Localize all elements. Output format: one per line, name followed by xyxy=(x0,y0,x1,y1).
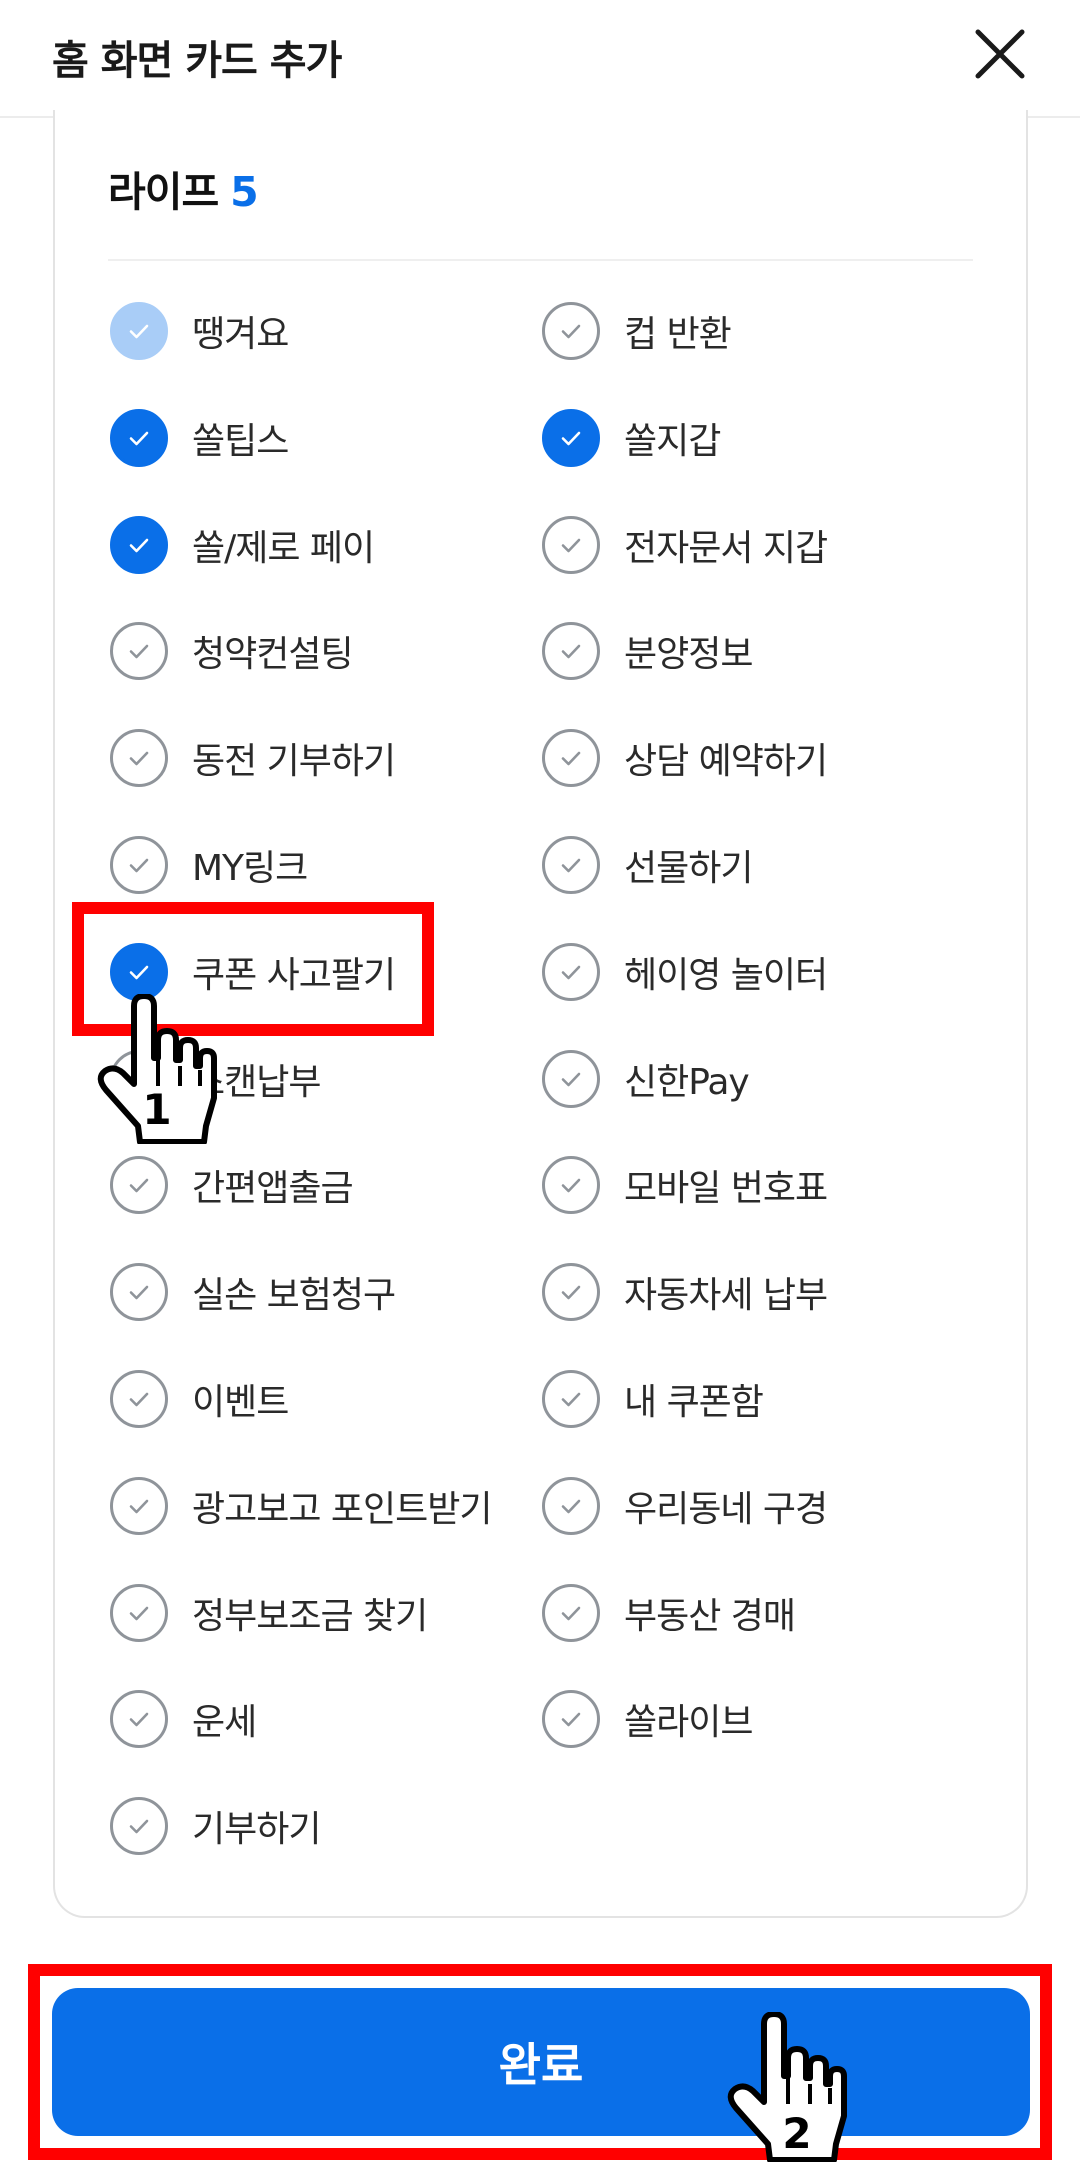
done-button[interactable]: 완료 xyxy=(52,1988,1030,2136)
card-option-item[interactable]: 스캔납부 xyxy=(110,1044,321,1114)
check-circle-icon[interactable] xyxy=(542,409,600,467)
check-circle-icon[interactable] xyxy=(542,729,600,787)
section-title-label: 라이프 xyxy=(108,168,219,216)
card-option-item[interactable]: 땡겨요 xyxy=(110,296,289,366)
done-button-label: 완료 xyxy=(498,2038,584,2092)
check-circle-icon[interactable] xyxy=(110,1797,168,1855)
card-option-item[interactable]: MY링크 xyxy=(110,830,308,900)
check-circle-icon[interactable] xyxy=(542,1156,600,1214)
check-circle-icon[interactable] xyxy=(542,836,600,894)
card-option-label: 청약컨설팅 xyxy=(192,634,354,675)
card-option-label: 스캔납부 xyxy=(192,1062,321,1103)
check-circle-icon[interactable] xyxy=(110,943,168,1001)
card-option-label: 모바일 번호표 xyxy=(624,1168,828,1209)
section-title: 라이프 5 xyxy=(108,158,259,218)
check-circle-icon[interactable] xyxy=(542,1263,600,1321)
card-option-item[interactable]: 선물하기 xyxy=(542,830,753,900)
card-option-label: 정부보조금 찾기 xyxy=(192,1596,428,1637)
check-circle-icon[interactable] xyxy=(110,409,168,467)
card-option-label: 쏠지갑 xyxy=(624,421,721,462)
card-option-label: 땡겨요 xyxy=(192,314,289,355)
card-option-label: 광고보고 포인트받기 xyxy=(192,1489,493,1530)
card-option-item[interactable]: 이벤트 xyxy=(110,1364,289,1434)
check-circle-icon[interactable] xyxy=(542,1050,600,1108)
card-option-item[interactable]: 간편앱출금 xyxy=(110,1150,354,1220)
card-option-item[interactable]: 쏠/제로 페이 xyxy=(110,510,375,580)
card-option-label: 내 쿠폰함 xyxy=(624,1382,764,1423)
check-circle-icon[interactable] xyxy=(542,1370,600,1428)
card-option-label: 이벤트 xyxy=(192,1382,289,1423)
check-circle-icon[interactable] xyxy=(542,516,600,574)
card-option-item[interactable]: 실손 보험청구 xyxy=(110,1257,396,1327)
header: 홈 화면 카드 추가 xyxy=(0,0,1080,118)
card-option-item[interactable]: 모바일 번호표 xyxy=(542,1150,828,1220)
card-option-item[interactable]: 쿠폰 사고팔기 xyxy=(110,937,396,1007)
check-circle-icon[interactable] xyxy=(542,943,600,1001)
card-option-label: 간편앱출금 xyxy=(192,1168,354,1209)
check-circle-icon[interactable] xyxy=(110,1263,168,1321)
card-option-label: 헤이영 놀이터 xyxy=(624,955,828,996)
check-circle-icon[interactable] xyxy=(542,302,600,360)
check-circle-icon[interactable] xyxy=(110,1370,168,1428)
check-circle-icon[interactable] xyxy=(110,1477,168,1535)
card-option-label: 전자문서 지갑 xyxy=(624,528,828,569)
card-option-item[interactable]: 분양정보 xyxy=(542,616,753,686)
card-option-label: 부동산 경매 xyxy=(624,1596,796,1637)
card-option-item[interactable]: 자동차세 납부 xyxy=(542,1257,828,1327)
divider xyxy=(108,259,973,261)
card-option-label: 쏠라이브 xyxy=(624,1702,753,1743)
card-option-label: 상담 예약하기 xyxy=(624,741,828,782)
card-option-item[interactable]: 정부보조금 찾기 xyxy=(110,1578,428,1648)
card-option-item[interactable]: 상담 예약하기 xyxy=(542,723,828,793)
card-option-item[interactable]: 동전 기부하기 xyxy=(110,723,396,793)
card-option-item[interactable]: 쏠지갑 xyxy=(542,403,721,473)
card-option-item[interactable]: 광고보고 포인트받기 xyxy=(110,1471,493,1541)
card-option-label: 쏠팁스 xyxy=(192,421,289,462)
card-option-item[interactable]: 신한Pay xyxy=(542,1044,750,1114)
card-option-label: 동전 기부하기 xyxy=(192,741,396,782)
close-button[interactable] xyxy=(972,26,1028,82)
card-option-item[interactable]: 쏠라이브 xyxy=(542,1684,753,1754)
card-option-item[interactable]: 헤이영 놀이터 xyxy=(542,937,828,1007)
section-count: 5 xyxy=(230,168,259,216)
check-circle-icon[interactable] xyxy=(542,1690,600,1748)
card-option-label: 쏠/제로 페이 xyxy=(192,528,375,569)
card-option-item[interactable]: 우리동네 구경 xyxy=(542,1471,828,1541)
card-option-label: 쿠폰 사고팔기 xyxy=(192,955,396,996)
check-circle-icon[interactable] xyxy=(110,1156,168,1214)
card-option-label: 선물하기 xyxy=(624,848,753,889)
check-circle-icon[interactable] xyxy=(542,622,600,680)
card-option-item[interactable]: 부동산 경매 xyxy=(542,1578,796,1648)
check-circle-icon[interactable] xyxy=(110,1050,168,1108)
card-option-item[interactable]: 내 쿠폰함 xyxy=(542,1364,764,1434)
card-option-item[interactable]: 청약컨설팅 xyxy=(110,616,354,686)
card-option-item[interactable]: 컵 반환 xyxy=(542,296,732,366)
card-option-label: 실손 보험청구 xyxy=(192,1275,396,1316)
check-circle-icon[interactable] xyxy=(110,836,168,894)
close-icon xyxy=(975,29,1025,79)
card-option-label: 컵 반환 xyxy=(624,314,732,355)
check-circle-icon[interactable] xyxy=(110,1690,168,1748)
card-option-item[interactable]: 운세 xyxy=(110,1684,257,1754)
check-circle-icon[interactable] xyxy=(110,622,168,680)
check-circle-icon[interactable] xyxy=(542,1477,600,1535)
card-option-label: 기부하기 xyxy=(192,1809,321,1850)
card-option-label: MY링크 xyxy=(192,848,308,889)
page-title: 홈 화면 카드 추가 xyxy=(52,38,342,84)
check-circle-icon[interactable] xyxy=(110,302,168,360)
check-circle-icon[interactable] xyxy=(110,729,168,787)
card-option-item[interactable]: 기부하기 xyxy=(110,1791,321,1861)
check-circle-icon[interactable] xyxy=(110,1584,168,1642)
card-option-label: 신한Pay xyxy=(624,1062,750,1103)
card-option-label: 우리동네 구경 xyxy=(624,1489,828,1530)
card-option-label: 운세 xyxy=(192,1702,257,1743)
card-option-item[interactable]: 쏠팁스 xyxy=(110,403,289,473)
card-option-item[interactable]: 전자문서 지갑 xyxy=(542,510,828,580)
card-option-label: 자동차세 납부 xyxy=(624,1275,828,1316)
check-circle-icon[interactable] xyxy=(110,516,168,574)
card-option-label: 분양정보 xyxy=(624,634,753,675)
check-circle-icon[interactable] xyxy=(542,1584,600,1642)
